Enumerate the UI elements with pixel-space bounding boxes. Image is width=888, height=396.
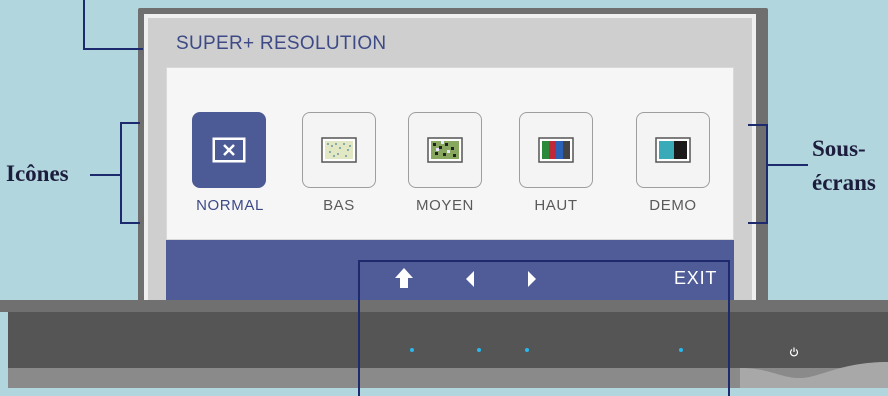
demo-split-icon [655, 137, 691, 163]
callout-box-buttons-left [358, 260, 360, 396]
mode-button-moyen[interactable] [408, 112, 482, 188]
right-arrow-icon [528, 271, 536, 287]
monitor-base-top [0, 300, 888, 312]
osd-control-bar [166, 240, 734, 304]
callout-pointer-icons [90, 174, 120, 176]
mode-button-normal[interactable] [192, 112, 266, 188]
left-arrow-button[interactable] [464, 270, 476, 293]
power-icon [789, 347, 799, 357]
mode-button-demo[interactable] [636, 112, 710, 188]
callout-bracket-icons-top [120, 122, 140, 124]
button-led-right[interactable] [525, 348, 529, 352]
callout-label-subscreens-line2: écrans [812, 170, 876, 195]
callout-label-icons: Icônes [6, 161, 69, 186]
callout-line-title-horizontal [83, 48, 143, 50]
mode-button-haut[interactable] [519, 112, 593, 188]
mode-label-normal: NORMAL [196, 197, 264, 214]
osd-title: SUPER+ RESOLUTION [176, 33, 387, 54]
up-arrow-button[interactable] [394, 267, 414, 294]
callout-line-title-vertical [83, 0, 85, 49]
normal-mode-icon [212, 137, 246, 163]
callout-box-buttons-top [358, 260, 730, 262]
exit-button[interactable]: EXIT [674, 268, 717, 289]
callout-bracket-subscreens-bottom [748, 222, 768, 224]
high-enhance-icon [538, 137, 574, 163]
callout-pointer-subscreens [768, 164, 808, 166]
callout-bracket-icons [120, 122, 122, 224]
callout-bracket-subscreens-top [748, 124, 768, 126]
mode-label-demo: DEMO [649, 197, 697, 214]
low-enhance-icon [321, 137, 357, 163]
base-curve [740, 362, 888, 388]
callout-bracket-subscreens [766, 124, 768, 224]
mode-label-bas: BAS [323, 197, 355, 214]
callout-bracket-icons-bottom [120, 222, 140, 224]
left-arrow-icon [466, 271, 474, 287]
button-led-up[interactable] [410, 348, 414, 352]
mode-label-haut: HAUT [534, 197, 578, 214]
button-led-left[interactable] [477, 348, 481, 352]
mode-label-moyen: MOYEN [415, 197, 474, 214]
medium-enhance-icon [427, 137, 463, 163]
button-led-exit[interactable] [679, 348, 683, 352]
callout-label-subscreens-line1: Sous- [812, 136, 866, 161]
mode-button-bas[interactable] [302, 112, 376, 188]
right-arrow-button[interactable] [526, 270, 538, 293]
power-button[interactable] [789, 344, 799, 362]
callout-box-buttons-right [728, 260, 730, 396]
up-arrow-icon [395, 268, 413, 288]
